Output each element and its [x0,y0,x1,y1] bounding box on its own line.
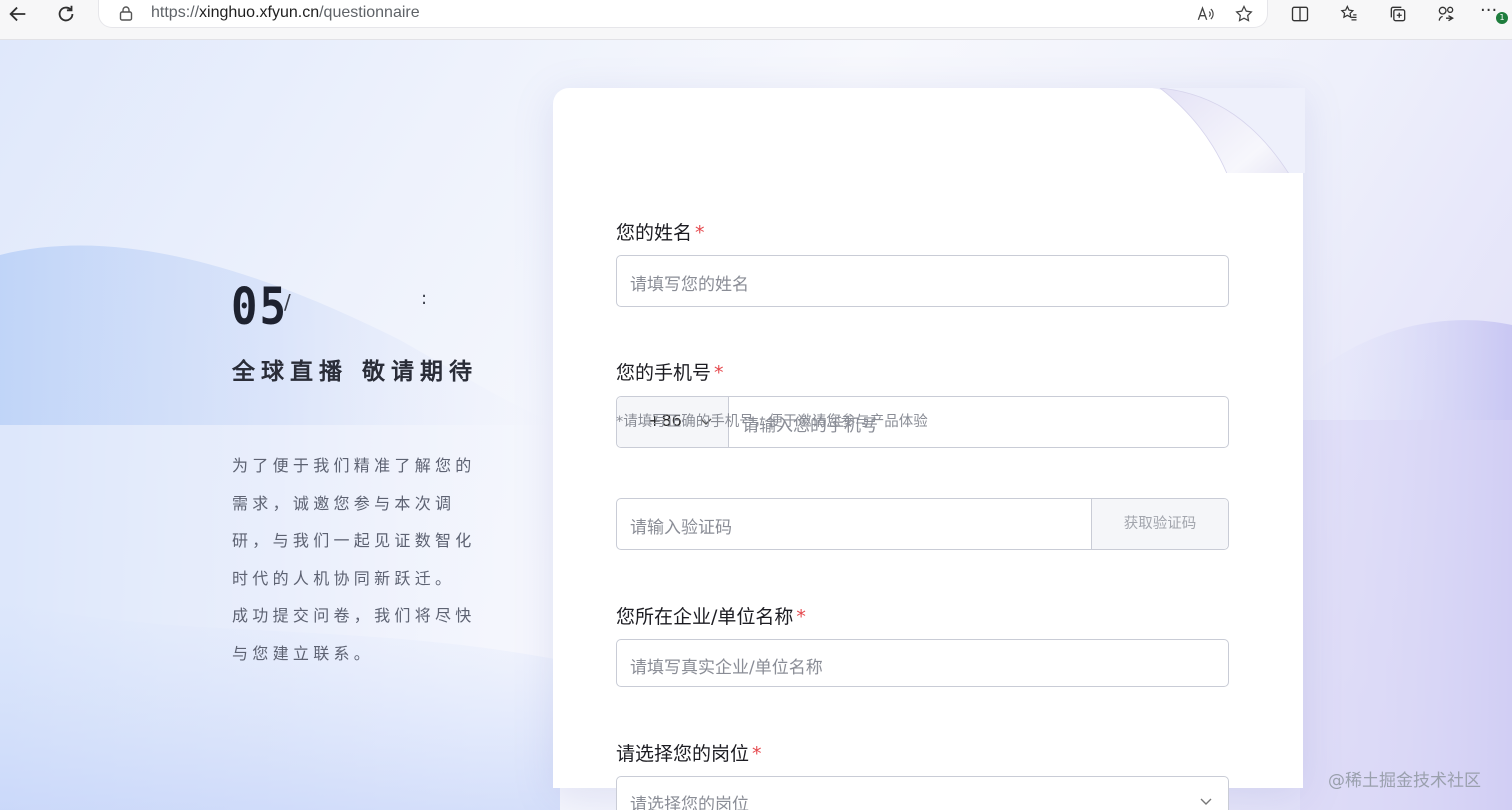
extensions-icon[interactable] [1431,1,1461,27]
read-aloud-icon[interactable] [1193,2,1217,26]
hero-number: 05 [231,278,288,337]
hero-title: 全球直播 敬请期待 [232,359,479,385]
address-bar[interactable]: https://xinghuo.xfyun.cn/questionnaire [98,0,1268,28]
hero-description: 为了便于我们精准了解您的需求，诚邀您参与本次调研，与我们一起见证数智化时代的人机… [232,447,482,672]
back-arrow-icon [9,6,26,22]
company-placeholder: 请填写真实企业/单位名称 [630,658,823,678]
chevron-down-icon [1200,798,1212,805]
position-label: 请选择您的岗位 * [616,743,762,765]
collections-icon[interactable] [1383,1,1413,27]
lock-icon [119,6,133,21]
hero-slash: / [284,290,291,314]
url-text[interactable]: https://xinghuo.xfyun.cn/questionnaire [151,4,420,22]
hero-description-line: 成功提交问卷，我们将尽快与您建立联系。 [232,606,476,663]
company-label: 您所在企业/单位名称 * [616,606,806,628]
hero-colon: : [421,288,428,309]
position-placeholder: 请选择您的岗位 [630,795,749,810]
name-input[interactable]: 请填写您的姓名 [616,255,1229,307]
reload-icon [58,5,74,22]
back-button[interactable] [0,0,36,28]
favorites-icon[interactable] [1334,1,1364,27]
profile-badge[interactable]: 1 [1496,12,1508,24]
watermark: @稀土掘金技术社区 [1328,771,1481,791]
company-input[interactable]: 请填写真实企业/单位名称 [616,639,1229,687]
browser-toolbar: https://xinghuo.xfyun.cn/questionnaire ·… [0,0,1512,40]
favorite-star-icon[interactable] [1232,2,1256,26]
get-code-button[interactable]: 获取验证码 [1091,499,1228,549]
reload-button[interactable] [48,0,84,28]
verify-code-field: 请输入验证码 获取验证码 [616,498,1229,550]
phone-label: 您的手机号 * [616,362,724,384]
name-placeholder: 请填写您的姓名 [630,275,749,295]
page-curl-decoration [1150,88,1305,173]
name-label: 您的姓名 * [616,222,705,244]
phone-hint: *请填写正确的手机号，便于邀请您参与产品体验 [616,414,928,430]
verify-code-input[interactable]: 请输入验证码 [630,513,732,538]
split-screen-icon[interactable] [1285,1,1315,27]
position-select[interactable]: 请选择您的岗位 [616,776,1229,810]
hero-description-line: 为了便于我们精准了解您的需求，诚邀您参与本次调研，与我们一起见证数智化时代的人机… [232,456,476,588]
